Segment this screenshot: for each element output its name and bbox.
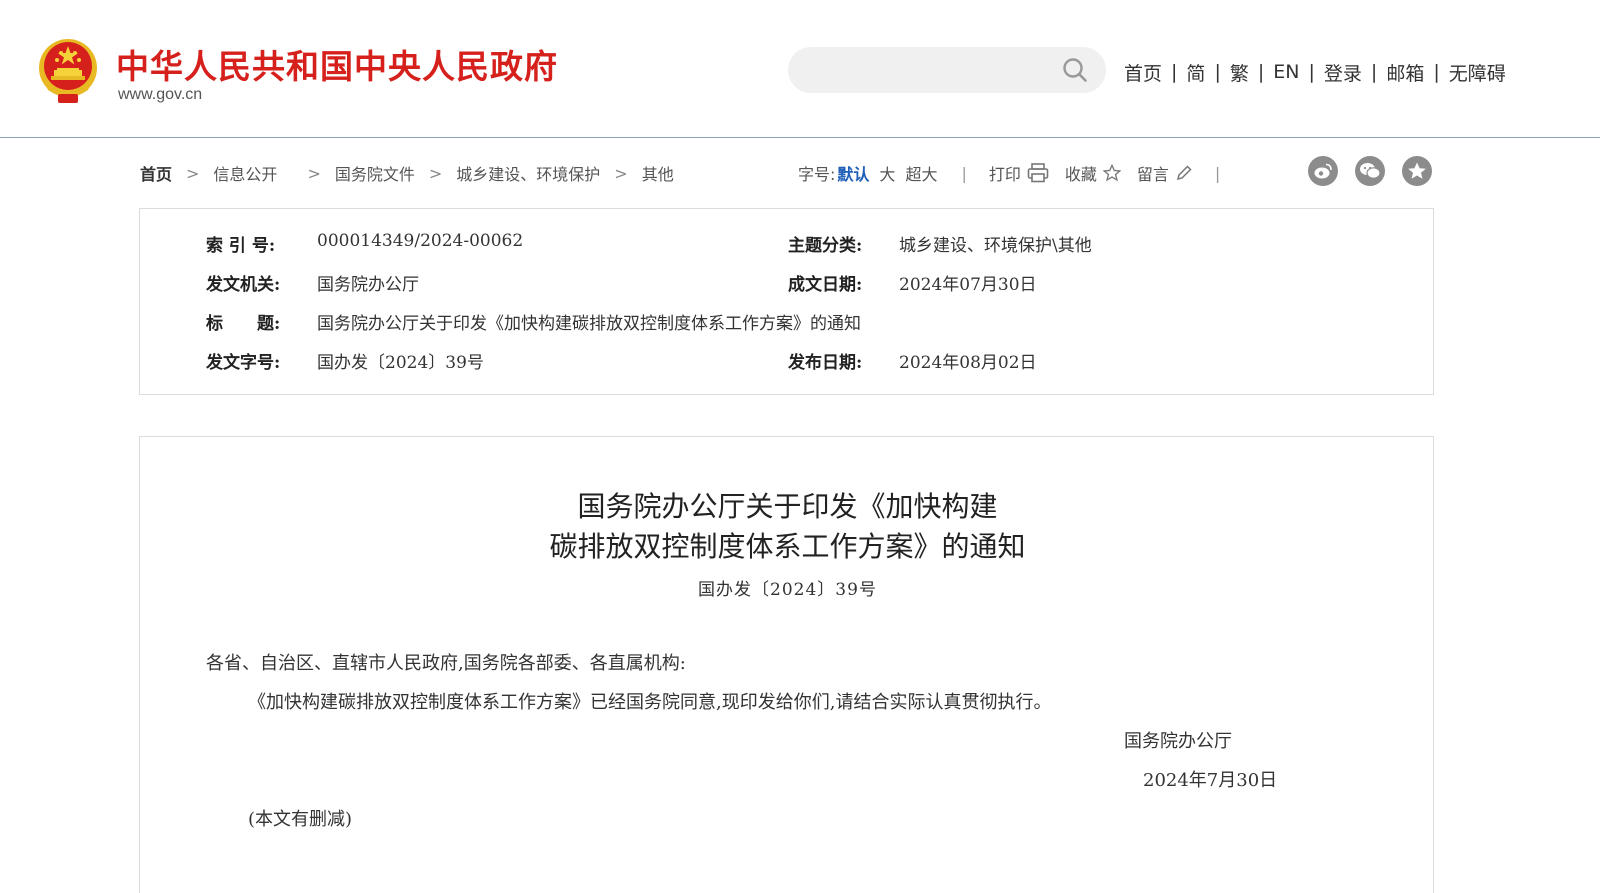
weibo-icon[interactable] [1308,156,1338,186]
search-input[interactable] [810,55,1050,85]
doc-number-label: 发文字号: [206,353,281,373]
title-label: 标 题: [206,314,281,334]
article-title-line-1: 国务院办公厅关于印发《加快构建 [577,490,998,523]
article-date: 2024年7月30日 [1143,770,1278,791]
top-nav: 首页 | 简 | 繁 | EN | 登录 | 邮箱 | 无障碍 [1124,58,1506,86]
printer-icon [1027,163,1049,183]
search-icon[interactable] [1062,57,1088,83]
index-label: 索 引 号: [206,236,276,256]
published-date-label: 发布日期: [788,353,863,373]
published-date-value: 2024年08月02日 [899,353,1037,373]
nav-login[interactable]: 登录 [1324,59,1362,86]
breadcrumb-info-disclosure[interactable]: 信息公开 [213,161,277,185]
article-title-line-2: 碳排放双控制度体系工作方案》的通知 [549,530,1026,563]
article-salutation: 各省、自治区、直辖市人民政府,国务院各部委、各直属机构: [206,653,686,674]
comment-button[interactable]: 留言 [1137,161,1193,185]
site-url: www.gov.cn [118,86,203,103]
font-size-default[interactable]: 默认 [837,161,869,185]
font-size-extra-large[interactable]: 超大 [905,161,937,185]
print-button[interactable]: 打印 [989,161,1049,185]
national-emblem-icon[interactable] [36,38,100,106]
comment-label: 留言 [1136,165,1169,184]
favorite-label: 收藏 [1064,165,1097,184]
breadcrumb-state-council-docs[interactable]: 国务院文件 [335,161,415,185]
article-body-paragraph: 《加快构建碳排放双控制度体系工作方案》已经国务院同意,现印发给你们,请结合实际认… [248,692,1052,713]
nav-traditional[interactable]: 繁 [1230,59,1249,86]
tools-divider: | [961,163,967,183]
favorite-button[interactable]: 收藏 [1065,161,1121,185]
social-share [1308,156,1449,186]
nav-separator: | [1171,61,1178,83]
site-title[interactable]: 中华人民共和国中央人民政府 [116,40,558,88]
breadcrumb-home[interactable]: 首页 [140,161,172,185]
breadcrumb-urban-rural-environment[interactable]: 城乡建设、环境保护 [456,161,600,185]
doc-number-value: 国办发〔2024〕39号 [317,353,484,373]
nav-home[interactable]: 首页 [1124,59,1162,86]
written-date-value: 2024年07月30日 [899,275,1037,295]
chevron-right-icon: > [186,163,200,183]
article-signature: 国务院办公厅 [1124,731,1232,752]
nav-english[interactable]: EN [1273,61,1299,83]
chevron-right-icon: > [428,163,443,183]
star-outline-icon [1102,164,1121,182]
nav-separator: | [1308,61,1315,83]
article-doc-number: 国办发〔2024〕39号 [698,580,877,600]
chevron-right-icon: > [614,163,628,183]
wechat-icon[interactable] [1355,156,1385,186]
chevron-right-icon: > [307,163,321,183]
article-content: 国务院办公厅关于印发《加快构建 碳排放双控制度体系工作方案》的通知 国办发〔20… [139,436,1434,893]
print-label: 打印 [988,165,1021,184]
font-size-large[interactable]: 大 [879,161,895,185]
written-date-label: 成文日期: [788,275,863,295]
breadcrumb: 首页 > 信息公开 > 国务院文件 > 城乡建设、环境保护 > 其他 [140,160,674,186]
pencil-icon [1176,165,1192,181]
site-header: 中华人民共和国中央人民政府 www.gov.cn 首页 | 简 | 繁 | EN… [0,0,1600,138]
issuer-value: 国务院办公厅 [317,275,419,295]
nav-separator: | [1257,61,1265,83]
nav-separator: | [1433,61,1440,83]
nav-separator: | [1214,61,1221,83]
document-metadata: 索 引 号: 000014349/2024-00062 主题分类: 城乡建设、环… [139,208,1434,395]
topic-label: 主题分类: [788,236,863,256]
nav-mail[interactable]: 邮箱 [1386,59,1424,86]
article-note: (本文有删减) [248,809,353,830]
tools-divider: | [1214,163,1221,183]
breadcrumb-other[interactable]: 其他 [642,161,674,185]
search-box [788,47,1106,93]
topic-value: 城乡建设、环境保护\其他 [899,236,1092,256]
page-tools: 字号: 默认 大 超大 | 打印 收藏 留言 | [798,160,1220,186]
nav-accessibility[interactable]: 无障碍 [1449,59,1506,86]
font-size-label: 字号: [798,165,836,184]
nav-simplified[interactable]: 简 [1186,59,1205,86]
issuer-label: 发文机关: [206,275,281,295]
title-value: 国务院办公厅关于印发《加快构建碳排放双控制度体系工作方案》的通知 [317,314,861,334]
favorite-star-icon[interactable] [1402,156,1432,186]
nav-separator: | [1370,61,1378,83]
index-value: 000014349/2024-00062 [317,231,524,251]
